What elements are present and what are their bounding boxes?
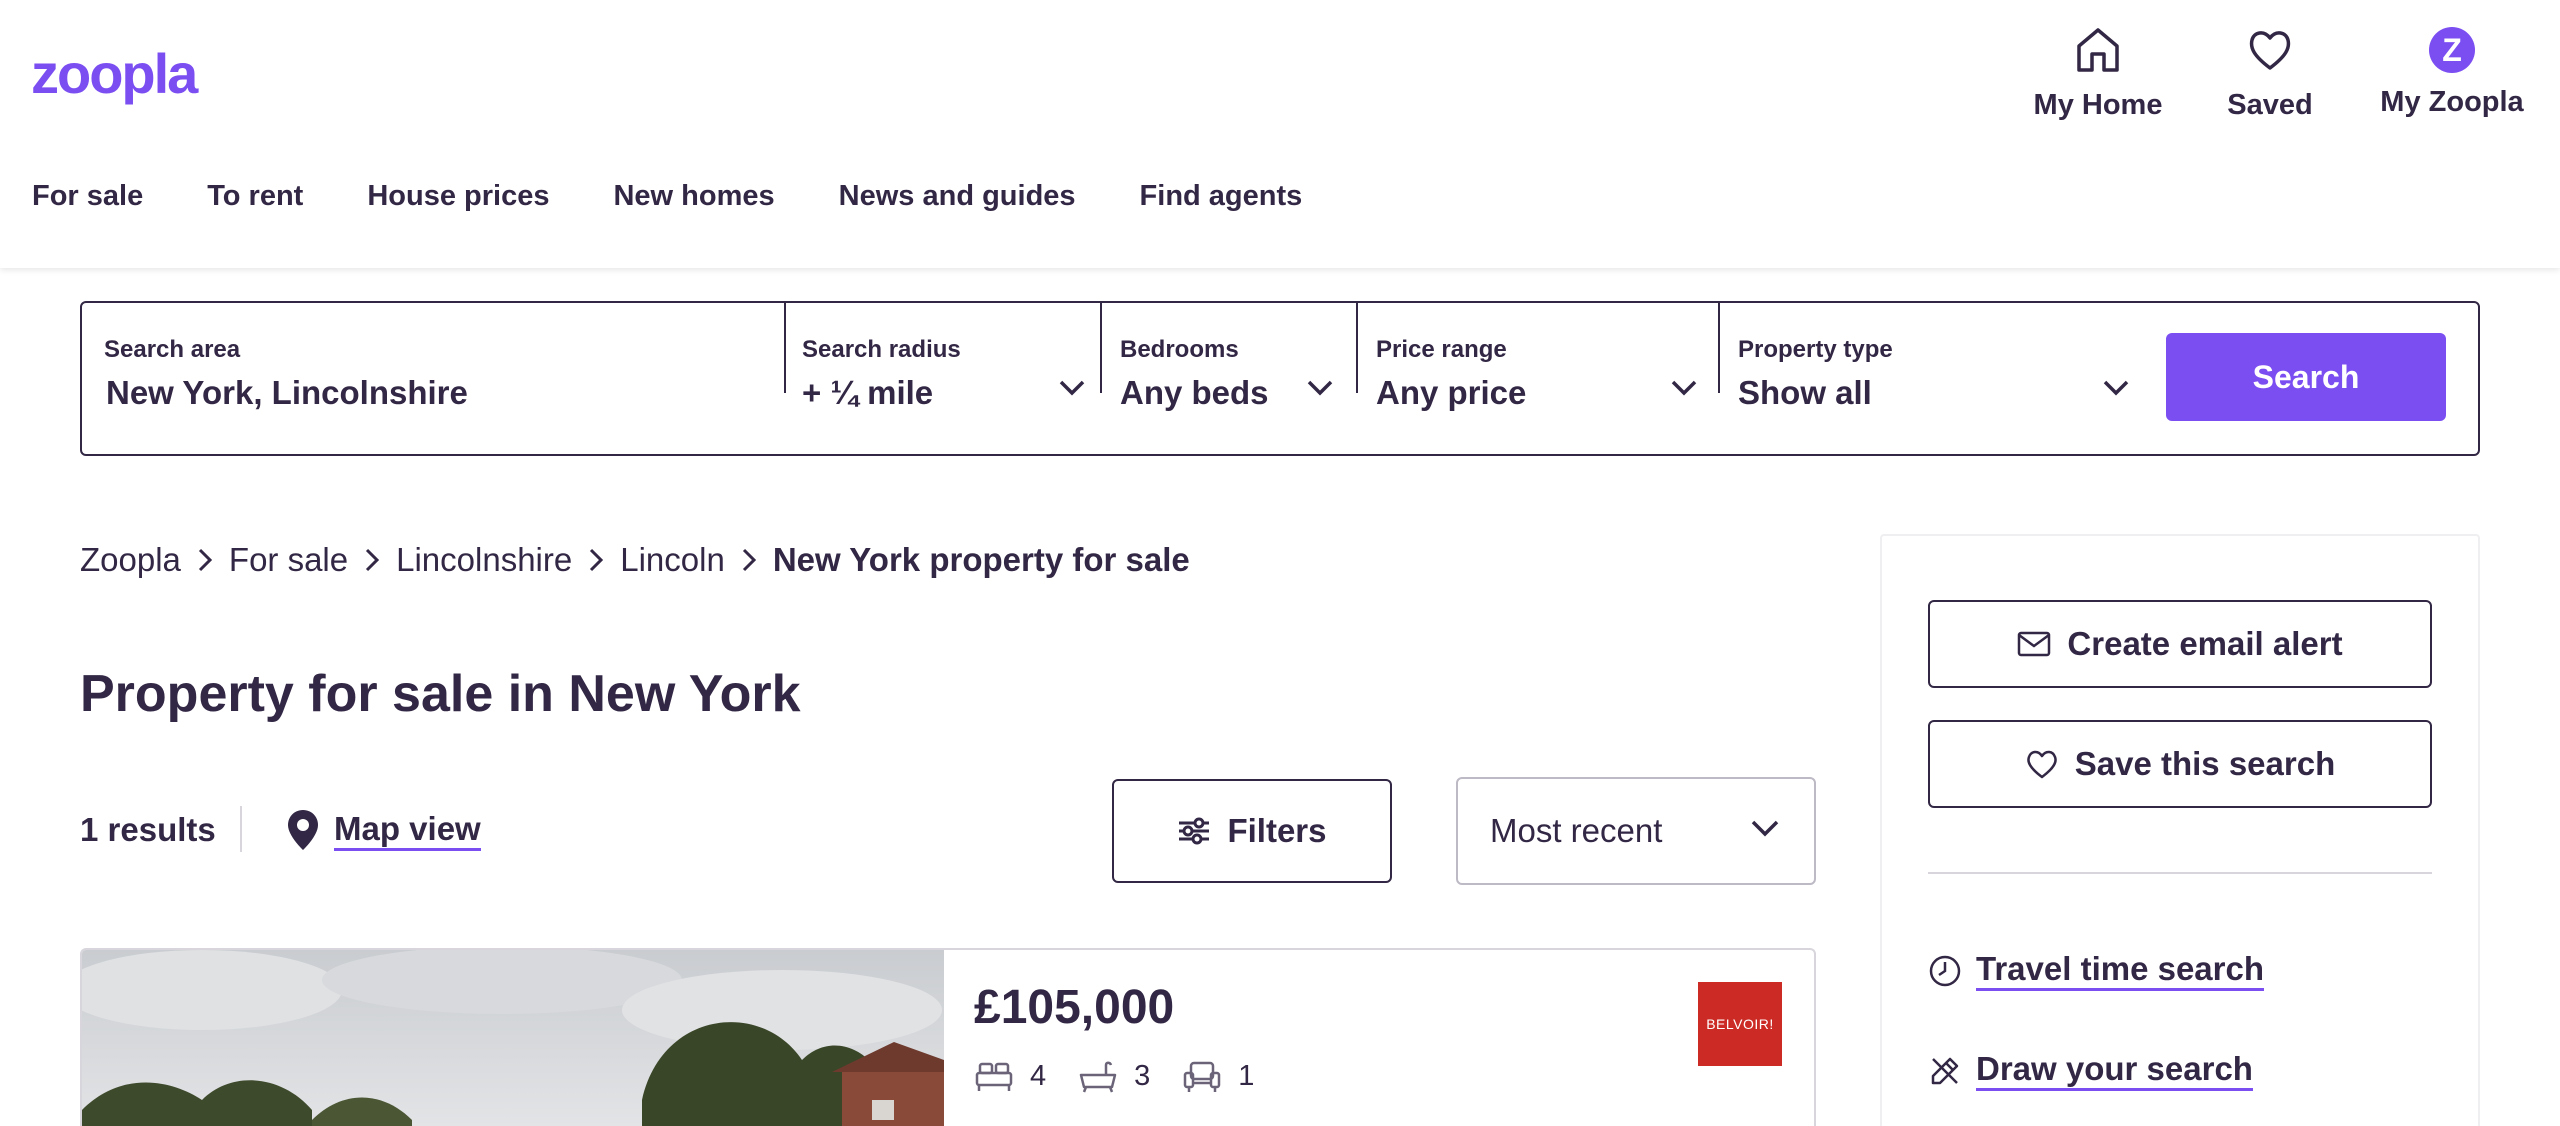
armchair-icon xyxy=(1184,1061,1221,1092)
filters-button[interactable]: Filters xyxy=(1112,779,1392,883)
my-home-link[interactable]: My Home xyxy=(2028,24,2168,122)
chevron-right-icon xyxy=(364,547,380,573)
bedrooms-value: Any beds xyxy=(1120,374,1269,411)
zoopla-logo[interactable]: zoopla xyxy=(31,44,198,104)
agent-logo[interactable]: BELVOIR! xyxy=(1698,982,1782,1066)
chevron-right-icon xyxy=(197,547,213,573)
page-title: Property for sale in New York xyxy=(80,665,801,723)
receptions-stat: 1 xyxy=(1182,1056,1254,1096)
create-email-alert-label: Create email alert xyxy=(2067,625,2343,662)
bedrooms-label: Bedrooms xyxy=(1120,336,1239,363)
my-home-label: My Home xyxy=(2033,89,2163,121)
draw-icon xyxy=(1931,1057,1959,1084)
sort-value: Most recent xyxy=(1490,812,1663,849)
beds-count: 4 xyxy=(1030,1060,1047,1092)
price-range-value: Any price xyxy=(1376,374,1527,411)
chevron-down-icon xyxy=(1751,820,1779,837)
save-search-button[interactable]: Save this search xyxy=(1928,720,2432,808)
chevron-right-icon xyxy=(741,547,757,573)
sliders-icon xyxy=(1179,817,1210,845)
search-radius-value: + ¼ mile xyxy=(802,374,934,411)
search-bar: Search area New York, Lincolnshire Searc… xyxy=(80,301,2480,456)
avatar: Z xyxy=(2429,27,2475,73)
saved-label: Saved xyxy=(2227,89,2313,121)
beds-stat: 4 xyxy=(974,1056,1046,1096)
my-zoopla-label: My Zoopla xyxy=(2380,86,2524,118)
envelope-icon xyxy=(2018,631,2051,657)
chevron-down-icon xyxy=(1671,380,1697,396)
main-nav: For sale To rent House prices New homes … xyxy=(32,176,1366,216)
bath-icon xyxy=(1079,1061,1117,1093)
breadcrumb-lincoln[interactable]: Lincoln xyxy=(620,540,725,580)
breadcrumb-current: New York property for sale xyxy=(772,541,1190,578)
price-range-label: Price range xyxy=(1376,336,1507,363)
baths-stat: 3 xyxy=(1078,1056,1150,1096)
nav-find-agents[interactable]: Find agents xyxy=(1140,176,1303,216)
search-area-input[interactable]: New York, Lincolnshire xyxy=(106,373,468,413)
draw-your-search-label: Draw your search xyxy=(1976,1050,2253,1091)
saved-link[interactable]: Saved xyxy=(2210,24,2330,122)
chevron-down-icon xyxy=(2103,380,2129,396)
listing-stats: 4 3 1 xyxy=(974,1056,1286,1096)
baths-count: 3 xyxy=(1134,1060,1151,1092)
house-icon xyxy=(2077,28,2119,72)
map-pin-icon xyxy=(288,810,318,850)
listing-card[interactable] xyxy=(80,948,1816,1126)
search-area-field[interactable]: Search area New York, Lincolnshire xyxy=(82,303,786,454)
heart-icon xyxy=(2026,750,2057,779)
create-email-alert-button[interactable]: Create email alert xyxy=(1928,600,2432,688)
listing-price[interactable]: £105,000 xyxy=(974,980,1174,1036)
property-type-value: Show all xyxy=(1738,374,1872,411)
nav-to-rent[interactable]: To rent xyxy=(207,176,303,216)
bed-icon xyxy=(975,1062,1013,1091)
bedrooms-select[interactable]: Bedrooms Any beds xyxy=(1102,303,1358,454)
property-type-label: Property type xyxy=(1738,336,1893,363)
chevron-down-icon xyxy=(1059,380,1085,396)
nav-for-sale[interactable]: For sale xyxy=(32,176,143,216)
breadcrumb-zoopla[interactable]: Zoopla xyxy=(80,540,181,580)
listing-photo[interactable] xyxy=(82,950,944,1126)
nav-house-prices[interactable]: House prices xyxy=(367,176,549,216)
clock-icon xyxy=(1929,955,1961,986)
panel-divider xyxy=(1928,872,2432,874)
site-header: zoopla My Home Saved Z My Zoopla For sal… xyxy=(0,0,2560,268)
breadcrumb-for-sale[interactable]: For sale xyxy=(229,540,348,580)
travel-time-search-link[interactable]: Travel time search xyxy=(1928,950,2265,991)
draw-your-search-link[interactable]: Draw your search xyxy=(1928,1050,2253,1091)
nav-new-homes[interactable]: New homes xyxy=(613,176,774,216)
search-button[interactable]: Search xyxy=(2166,333,2446,421)
breadcrumb: Zoopla For sale Lincolnshire Lincoln New… xyxy=(80,540,1190,580)
receptions-count: 1 xyxy=(1238,1060,1255,1092)
save-search-label: Save this search xyxy=(2074,745,2336,782)
search-radius-select[interactable]: Search radius + ¼ mile xyxy=(786,303,1102,454)
my-zoopla-link[interactable]: Z My Zoopla xyxy=(2370,24,2534,119)
results-count: 1 results xyxy=(80,811,216,848)
price-range-select[interactable]: Price range Any price xyxy=(1358,303,1720,454)
map-view-label: Map view xyxy=(334,810,481,851)
sort-select[interactable]: Most recent xyxy=(1456,777,1816,885)
travel-time-search-label: Travel time search xyxy=(1976,950,2265,991)
chevron-down-icon xyxy=(1307,380,1333,396)
search-area-label: Search area xyxy=(104,336,241,363)
search-radius-label: Search radius xyxy=(802,336,961,363)
chevron-right-icon xyxy=(588,547,604,573)
heart-icon xyxy=(2249,31,2291,70)
results-divider xyxy=(240,806,242,852)
breadcrumb-lincolnshire[interactable]: Lincolnshire xyxy=(396,540,572,580)
filters-label: Filters xyxy=(1227,812,1327,849)
property-type-select[interactable]: Property type Show all xyxy=(1720,303,2190,454)
map-view-link[interactable]: Map view xyxy=(286,808,481,852)
nav-news-and-guides[interactable]: News and guides xyxy=(839,176,1076,216)
